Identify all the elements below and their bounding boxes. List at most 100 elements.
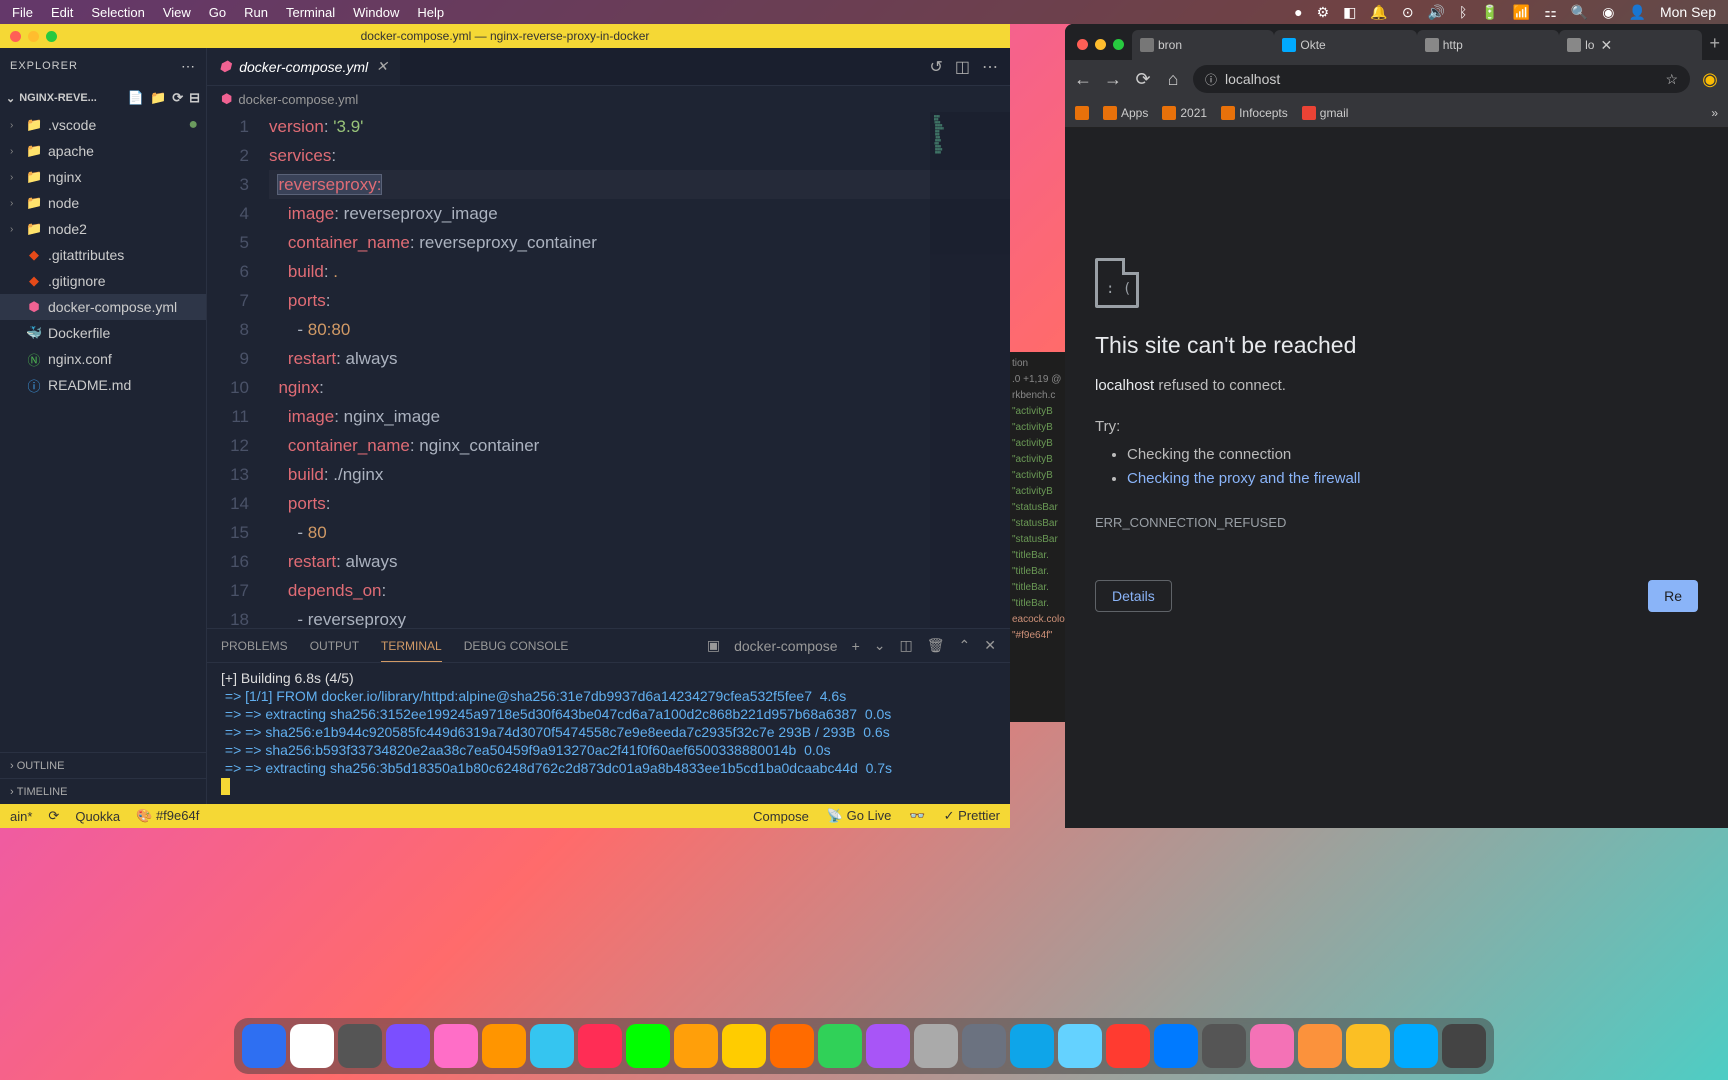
breadcrumb[interactable]: ⬢ docker-compose.yml — [207, 86, 1010, 112]
bookmark-infocepts[interactable]: Infocepts — [1221, 106, 1288, 120]
search-icon[interactable]: 🔍 — [1571, 4, 1588, 21]
status-icon[interactable]: ⚙ — [1317, 4, 1330, 21]
dock-app-20[interactable] — [1202, 1024, 1246, 1068]
sync-icon[interactable]: ⟳ — [48, 808, 59, 824]
menu-file[interactable]: File — [12, 5, 33, 20]
split-icon[interactable]: ◫ — [955, 57, 970, 77]
branch-indicator[interactable]: ain* — [10, 809, 32, 824]
add-terminal-icon[interactable]: + — [852, 638, 860, 654]
menu-terminal[interactable]: Terminal — [286, 5, 335, 20]
details-button[interactable]: Details — [1095, 580, 1172, 612]
dock-app-4[interactable] — [434, 1024, 478, 1068]
battery-icon[interactable]: 🔋 — [1481, 4, 1498, 21]
code-content[interactable]: version: '3.9'services: reverseproxy: im… — [269, 112, 1010, 628]
dock-app-14[interactable] — [914, 1024, 958, 1068]
dock-app-10[interactable] — [722, 1024, 766, 1068]
collapse-icon[interactable]: ⊟ — [189, 90, 200, 106]
menu-window[interactable]: Window — [353, 5, 399, 20]
outline-section[interactable]: › OUTLINE — [0, 752, 206, 778]
menu-view[interactable]: View — [163, 5, 191, 20]
file-.gitattributes[interactable]: ◆.gitattributes — [0, 242, 206, 268]
file-.gitignore[interactable]: ◆.gitignore — [0, 268, 206, 294]
close-icon[interactable]: ✕ — [376, 58, 388, 75]
close-button[interactable] — [10, 31, 21, 42]
split-terminal-icon[interactable]: ◫ — [900, 637, 913, 654]
dock-app-9[interactable] — [674, 1024, 718, 1068]
dock-app-13[interactable] — [866, 1024, 910, 1068]
dropdown-icon[interactable]: ⌄ — [874, 637, 886, 654]
file-.vscode[interactable]: ›📁.vscode● — [0, 112, 206, 138]
more-actions-icon[interactable]: ⋯ — [181, 58, 196, 75]
terminal-output[interactable]: [+] Building 6.8s (4/5) => [1/1] FROM do… — [207, 663, 1010, 804]
editor-tab[interactable]: ⬢ docker-compose.yml ✕ — [207, 48, 400, 85]
minimize-button[interactable] — [28, 31, 39, 42]
dock-app-5[interactable] — [482, 1024, 526, 1068]
spellcheck-icon[interactable]: 👓 — [909, 808, 925, 824]
dock-app-16[interactable] — [1010, 1024, 1054, 1068]
new-folder-icon[interactable]: 📁 — [150, 90, 166, 106]
dock-app-25[interactable] — [1442, 1024, 1486, 1068]
new-file-icon[interactable]: 📄 — [128, 90, 144, 106]
siri-icon[interactable]: ◉ — [1602, 4, 1614, 21]
panel-tab-output[interactable]: OUTPUT — [310, 639, 359, 653]
dock-app-22[interactable] — [1298, 1024, 1342, 1068]
site-info-icon[interactable]: ⓘ — [1205, 71, 1217, 88]
trash-icon[interactable]: 🗑 — [927, 637, 945, 654]
address-bar[interactable]: ⓘ localhost ☆ — [1193, 65, 1690, 93]
dock-app-11[interactable] — [770, 1024, 814, 1068]
file-Dockerfile[interactable]: 🐳Dockerfile — [0, 320, 206, 346]
project-header[interactable]: ⌄ NGINX-REVE... 📄 📁 ⟳ ⊟ — [0, 84, 206, 112]
go-live-button[interactable]: 📡 Go Live — [827, 808, 892, 824]
reload-button[interactable]: Re — [1648, 580, 1698, 612]
file-apache[interactable]: ›📁apache — [0, 138, 206, 164]
panel-tab-debug-console[interactable]: DEBUG CONSOLE — [464, 639, 569, 653]
dock-app-21[interactable] — [1250, 1024, 1294, 1068]
user-icon[interactable]: 👤 — [1629, 4, 1646, 21]
status-icon[interactable]: ● — [1294, 4, 1302, 20]
menu-edit[interactable]: Edit — [51, 5, 73, 20]
file-docker-compose.yml[interactable]: ⬢docker-compose.yml — [0, 294, 206, 320]
shell-name[interactable]: docker-compose — [734, 638, 838, 654]
extension-icon[interactable]: ◉ — [1700, 69, 1720, 90]
home-button[interactable]: ⌂ — [1163, 69, 1183, 90]
panel-tab-terminal[interactable]: TERMINAL — [381, 639, 442, 662]
control-center-icon[interactable]: ⚏ — [1544, 4, 1557, 21]
dock-app-3[interactable] — [386, 1024, 430, 1068]
file-node[interactable]: ›📁node — [0, 190, 206, 216]
minimize-button[interactable] — [1095, 39, 1106, 50]
menu-go[interactable]: Go — [209, 5, 226, 20]
close-panel-icon[interactable]: ✕ — [984, 637, 996, 654]
code-editor[interactable]: 123456789101112131415161718 version: '3.… — [207, 112, 1010, 628]
maximize-icon[interactable]: ⌃ — [959, 637, 971, 654]
more-icon[interactable]: ⋯ — [982, 57, 998, 77]
proxy-firewall-link[interactable]: Checking the proxy and the firewall — [1127, 470, 1360, 487]
dock-app-1[interactable] — [290, 1024, 334, 1068]
minimap[interactable]: ███████ ████ █████ ██████ ███ ███ ███ ██… — [930, 112, 1010, 628]
file-node2[interactable]: ›📁node2 — [0, 216, 206, 242]
menu-selection[interactable]: Selection — [91, 5, 144, 20]
browser-tab[interactable]: http — [1417, 30, 1559, 60]
status-icon[interactable]: ⊙ — [1402, 4, 1414, 21]
dock-app-8[interactable] — [626, 1024, 670, 1068]
prettier-status[interactable]: ✓ Prettier — [944, 808, 1000, 824]
vscode-titlebar[interactable]: docker-compose.yml — nginx-reverse-proxy… — [0, 24, 1010, 48]
dock-app-0[interactable] — [242, 1024, 286, 1068]
new-tab-button[interactable]: + — [1701, 33, 1728, 60]
dock-app-7[interactable] — [578, 1024, 622, 1068]
dock-app-12[interactable] — [818, 1024, 862, 1068]
bookmark-icon[interactable]: ☆ — [1665, 71, 1678, 88]
close-tab-icon[interactable]: ✕ — [1600, 37, 1612, 54]
compose-status[interactable]: Compose — [753, 809, 809, 824]
browser-tab[interactable]: lo✕ — [1559, 30, 1701, 60]
browser-tab[interactable]: Okte — [1274, 30, 1416, 60]
dock-app-24[interactable] — [1394, 1024, 1438, 1068]
peacock-color[interactable]: 🎨 #f9e64f — [136, 808, 199, 824]
notification-icon[interactable]: 🔔 — [1370, 4, 1387, 21]
dock-app-15[interactable] — [962, 1024, 1006, 1068]
file-nginx.conf[interactable]: Ⓝnginx.conf — [0, 346, 206, 372]
browser-tab[interactable]: bron — [1132, 30, 1274, 60]
dock-app-19[interactable] — [1154, 1024, 1198, 1068]
dock-app-18[interactable] — [1106, 1024, 1150, 1068]
dock-app-2[interactable] — [338, 1024, 382, 1068]
maximize-button[interactable] — [1113, 39, 1124, 50]
